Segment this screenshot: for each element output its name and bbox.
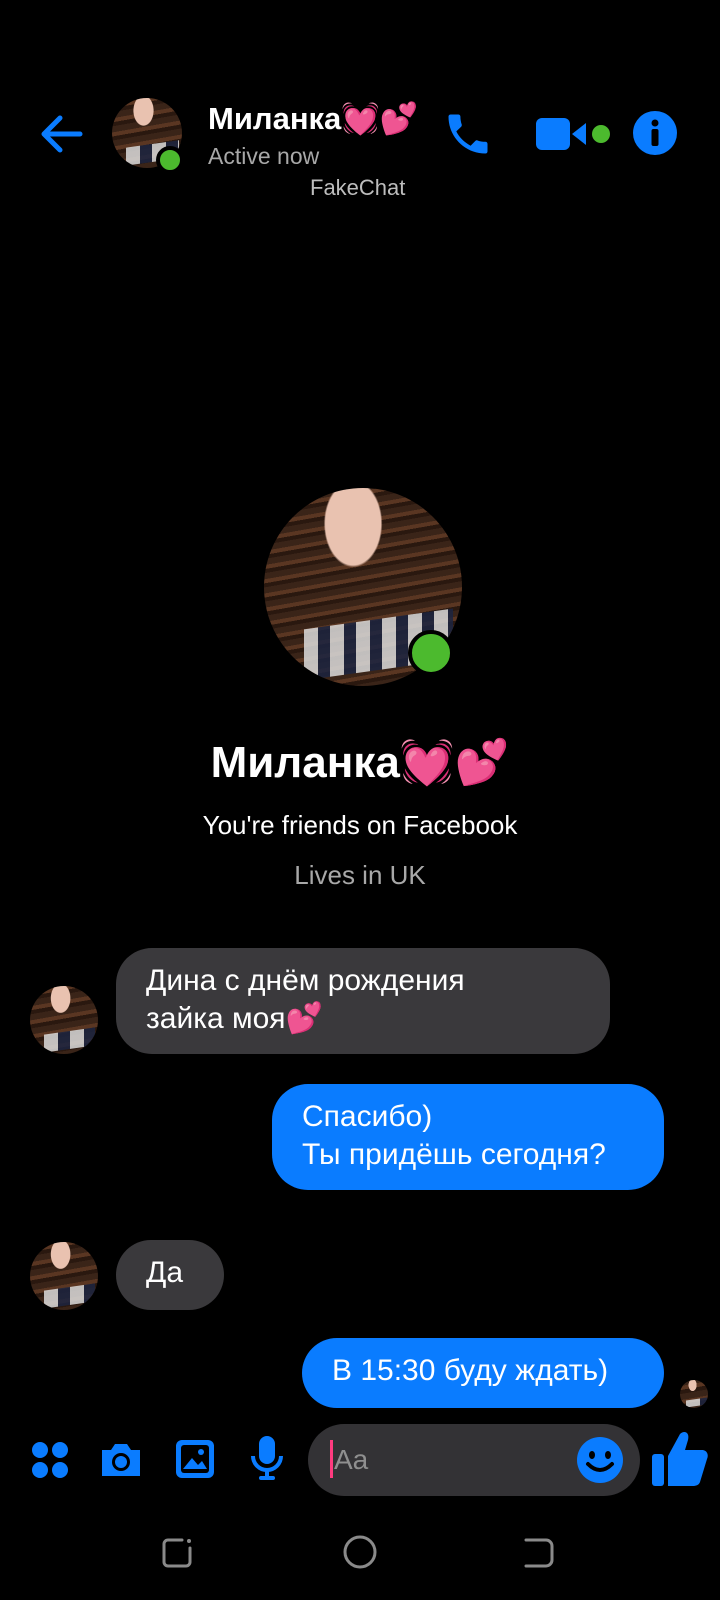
header-contact-name[interactable]: Миланка💓💕 [208,100,419,137]
apps-grid-icon [32,1442,68,1478]
message-line: Ты придёшь сегодня? [302,1138,606,1171]
camera-icon [102,1444,140,1476]
message-line: Дина с днём рождения [146,964,465,997]
read-receipt-avatar [680,1380,708,1408]
emoji-button[interactable] [576,1436,624,1484]
video-call-button[interactable] [536,114,616,154]
thumbs-up-icon [652,1432,708,1486]
video-camera-icon [536,118,586,150]
message-bubble-sent[interactable]: Спасибо) Ты придёшь сегодня? [272,1084,664,1190]
message-line: зайка моя💕 [146,1002,323,1035]
profile-name: Миланка💓💕 [210,738,510,787]
message-line: Спасибо) [302,1100,433,1133]
message-avatar[interactable] [30,1242,98,1310]
text-caret [330,1440,333,1478]
message-input-placeholder: Aa [334,1444,369,1475]
phone-icon [448,114,488,154]
info-button[interactable] [632,110,678,156]
back-arrow-icon [41,115,83,153]
watermark: FakeChat [310,175,406,200]
recent-apps-icon [162,1538,192,1568]
message-avatar[interactable] [30,986,98,1054]
microphone-button[interactable] [250,1434,284,1482]
back-nav-button[interactable] [522,1536,556,1570]
info-icon [633,111,677,155]
header-online-indicator [156,146,184,174]
gallery-button[interactable] [174,1438,216,1480]
back-button[interactable] [36,108,88,160]
image-icon [176,1440,214,1478]
message-bubble-sent[interactable]: В 15:30 буду ждать) [302,1338,664,1408]
call-button[interactable] [442,108,494,160]
message-bubble-received[interactable]: Дина с днём рождения зайка моя💕 [116,948,610,1054]
home-button[interactable] [342,1534,378,1570]
video-online-dot [592,125,610,143]
apps-button[interactable] [30,1440,70,1480]
message-line: В 15:30 буду ждать) [332,1354,609,1387]
message-line: Да [146,1256,184,1289]
profile-relationship: You're friends on Facebook [202,810,518,840]
home-icon [343,1535,377,1569]
microphone-icon [251,1436,283,1480]
emoji-icon [577,1437,623,1483]
profile-online-indicator [408,630,454,676]
recent-apps-button[interactable] [160,1536,194,1570]
message-bubble-received[interactable]: Да [116,1240,224,1310]
like-button[interactable] [650,1428,710,1490]
camera-button[interactable] [98,1440,144,1480]
back-nav-icon [524,1538,554,1568]
header-status: Active now [208,143,320,169]
profile-location: Lives in UK [294,860,426,890]
